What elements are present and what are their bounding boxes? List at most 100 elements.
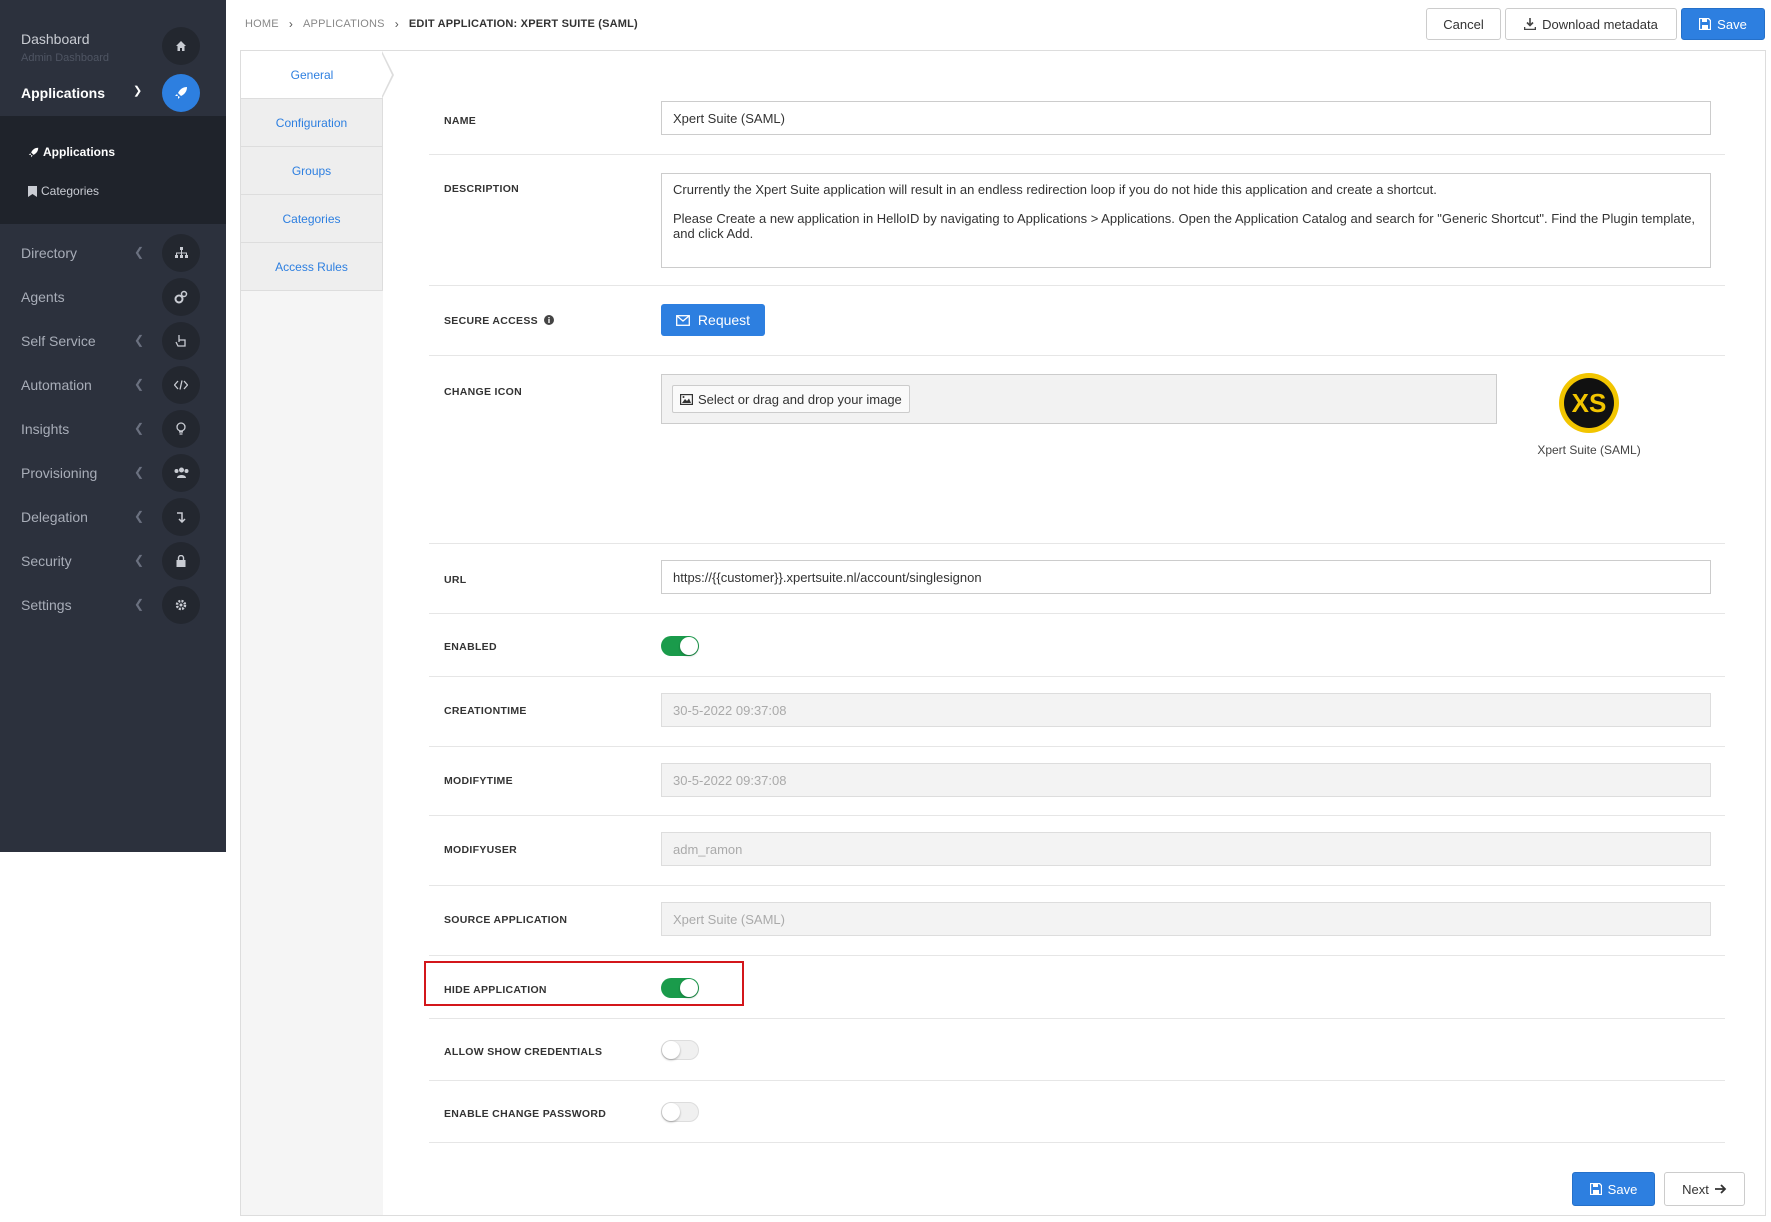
tab-categories[interactable]: Categories <box>241 195 383 243</box>
sidebar-item-label: Automation <box>21 377 92 393</box>
sidebar-item-automation[interactable]: Automation ❮ <box>0 366 226 404</box>
sidebar-item-label: Agents <box>21 289 65 305</box>
breadcrumb-applications[interactable]: APPLICATIONS <box>303 18 385 30</box>
sidebar-submenu: Applications Categories <box>0 116 226 224</box>
lock-icon <box>162 542 200 580</box>
chevron-down-icon[interactable]: ❯ <box>133 84 142 97</box>
app-logo-caption: Xpert Suite (SAML) <box>1537 443 1641 457</box>
download-metadata-label: Download metadata <box>1542 16 1658 32</box>
envelope-icon <box>675 314 690 326</box>
sidebar-item-self-service[interactable]: Self Service ❮ <box>0 322 226 360</box>
change-icon-label: CHANGE ICON <box>444 386 522 398</box>
tab-configuration[interactable]: Configuration <box>241 99 383 147</box>
secure-access-label-text: SECURE ACCESS <box>444 315 538 327</box>
save-button[interactable]: Save <box>1681 8 1765 40</box>
allow-show-credentials-label: ALLOW SHOW CREDENTIALS <box>444 1046 603 1058</box>
modifytime-field: 30-5-2022 09:37:08 <box>661 763 1711 797</box>
tab-access-rules[interactable]: Access Rules <box>241 243 383 291</box>
image-icon <box>680 393 693 405</box>
modifyuser-label: MODIFYUSER <box>444 844 518 856</box>
form-row-allow-show-credentials: ALLOW SHOW CREDENTIALS <box>429 1019 1725 1081</box>
form-row-enabled: ENABLED <box>429 614 1725 677</box>
sidebar-item-provisioning[interactable]: Provisioning ❮ <box>0 454 226 492</box>
chevron-left-icon: ❮ <box>134 509 145 523</box>
select-image-button[interactable]: Select or drag and drop your image <box>672 385 910 413</box>
allow-show-credentials-toggle[interactable] <box>661 1040 699 1060</box>
modifytime-label: MODIFYTIME <box>444 775 513 787</box>
app-logo-inner: XS <box>1564 378 1614 428</box>
next-button-label: Next <box>1682 1181 1709 1197</box>
enabled-toggle[interactable] <box>661 636 699 656</box>
sidebar-item-dashboard[interactable]: Dashboard <box>21 31 90 47</box>
request-button[interactable]: Request <box>661 304 765 336</box>
form-row-modifyuser: MODIFYUSER adm_ramon <box>429 816 1725 886</box>
chevron-right-icon: › <box>288 17 294 31</box>
breadcrumb-home[interactable]: HOME <box>245 18 279 30</box>
sidebar-item-agents[interactable]: Agents <box>0 278 226 316</box>
rocket-icon[interactable] <box>162 74 200 112</box>
sidebar-header: Dashboard Admin Dashboard Applications ❯ <box>0 0 226 116</box>
highlight-box <box>424 961 744 1006</box>
content-panel: General Configuration Groups Categories … <box>240 50 1766 1216</box>
tab-groups[interactable]: Groups <box>241 147 383 195</box>
tab-label: Categories <box>282 211 341 226</box>
form-row-source-application: SOURCE APPLICATION Xpert Suite (SAML) <box>429 886 1725 956</box>
enable-change-password-toggle[interactable] <box>661 1102 699 1122</box>
sidebar-dashboard-subtitle: Admin Dashboard <box>21 52 110 64</box>
download-metadata-button[interactable]: Download metadata <box>1505 8 1677 40</box>
source-application-value: Xpert Suite (SAML) <box>673 911 785 927</box>
lightbulb-icon <box>162 410 200 448</box>
sidebar-item-delegation[interactable]: Delegation ❮ <box>0 498 226 536</box>
gear-icon <box>162 586 200 624</box>
sidebar-item-label: Insights <box>21 421 70 437</box>
footer-save-label: Save <box>1607 1181 1638 1197</box>
description-label: DESCRIPTION <box>444 183 520 195</box>
floppy-icon <box>1589 1183 1602 1195</box>
creationtime-label: CREATIONTIME <box>444 705 527 717</box>
sidebar-item-label: Delegation <box>21 509 88 525</box>
sidebar-item-insights[interactable]: Insights ❮ <box>0 410 226 448</box>
modifytime-value: 30-5-2022 09:37:08 <box>673 772 787 788</box>
info-icon[interactable] <box>544 315 555 325</box>
enabled-label: ENABLED <box>444 641 497 653</box>
form-row-change-icon: CHANGE ICON Select or drag and drop your… <box>429 356 1725 544</box>
chevron-left-icon: ❮ <box>134 333 145 347</box>
tab-label: Access Rules <box>275 259 348 274</box>
source-application-field: Xpert Suite (SAML) <box>661 902 1711 936</box>
breadcrumb: HOME › APPLICATIONS › EDIT APPLICATION: … <box>245 17 638 31</box>
name-field[interactable]: Xpert Suite (SAML) <box>661 101 1711 135</box>
home-icon[interactable] <box>162 27 200 65</box>
cancel-button[interactable]: Cancel <box>1426 8 1501 40</box>
toggle-knob <box>662 1041 680 1059</box>
footer-save-button[interactable]: Save <box>1572 1172 1655 1206</box>
sidebar-subitem-applications[interactable]: Applications <box>28 145 115 159</box>
form-row-enable-change-password: ENABLE CHANGE PASSWORD <box>429 1081 1725 1143</box>
chevron-left-icon: ❮ <box>134 553 145 567</box>
sidebar-item-settings[interactable]: Settings ❮ <box>0 586 226 624</box>
sitemap-icon <box>162 234 200 272</box>
save-button-label: Save <box>1717 16 1747 32</box>
tab-general[interactable]: General <box>241 51 383 99</box>
cogs-icon <box>162 278 200 316</box>
rocket-icon <box>28 147 39 157</box>
sidebar-subitem-categories[interactable]: Categories <box>28 184 99 198</box>
sidebar-item-applications[interactable]: Applications <box>21 85 105 101</box>
request-button-label: Request <box>697 312 751 328</box>
modifyuser-field: adm_ramon <box>661 832 1711 866</box>
description-textarea[interactable]: Crurrently the Xpert Suite application w… <box>661 173 1711 268</box>
form-row-creationtime: CREATIONTIME 30-5-2022 09:37:08 <box>429 677 1725 747</box>
name-label: NAME <box>444 115 477 127</box>
hand-pointer-icon <box>162 322 200 360</box>
floppy-icon <box>1699 18 1712 30</box>
url-field[interactable]: https://{{customer}}.xpertsuite.nl/accou… <box>661 560 1711 594</box>
icon-dropzone[interactable]: Select or drag and drop your image <box>661 374 1497 424</box>
toggle-knob <box>662 1103 680 1121</box>
sidebar-item-directory[interactable]: Directory ❮ <box>0 234 226 272</box>
form-row-description: DESCRIPTION Crurrently the Xpert Suite a… <box>429 155 1725 286</box>
tab-label: General <box>290 67 334 82</box>
sidebar-item-security[interactable]: Security ❮ <box>0 542 226 580</box>
next-button[interactable]: Next <box>1664 1172 1745 1206</box>
bookmark-icon <box>28 185 37 197</box>
form-row-url: URL https://{{customer}}.xpertsuite.nl/a… <box>429 544 1725 614</box>
url-label: URL <box>444 574 467 586</box>
